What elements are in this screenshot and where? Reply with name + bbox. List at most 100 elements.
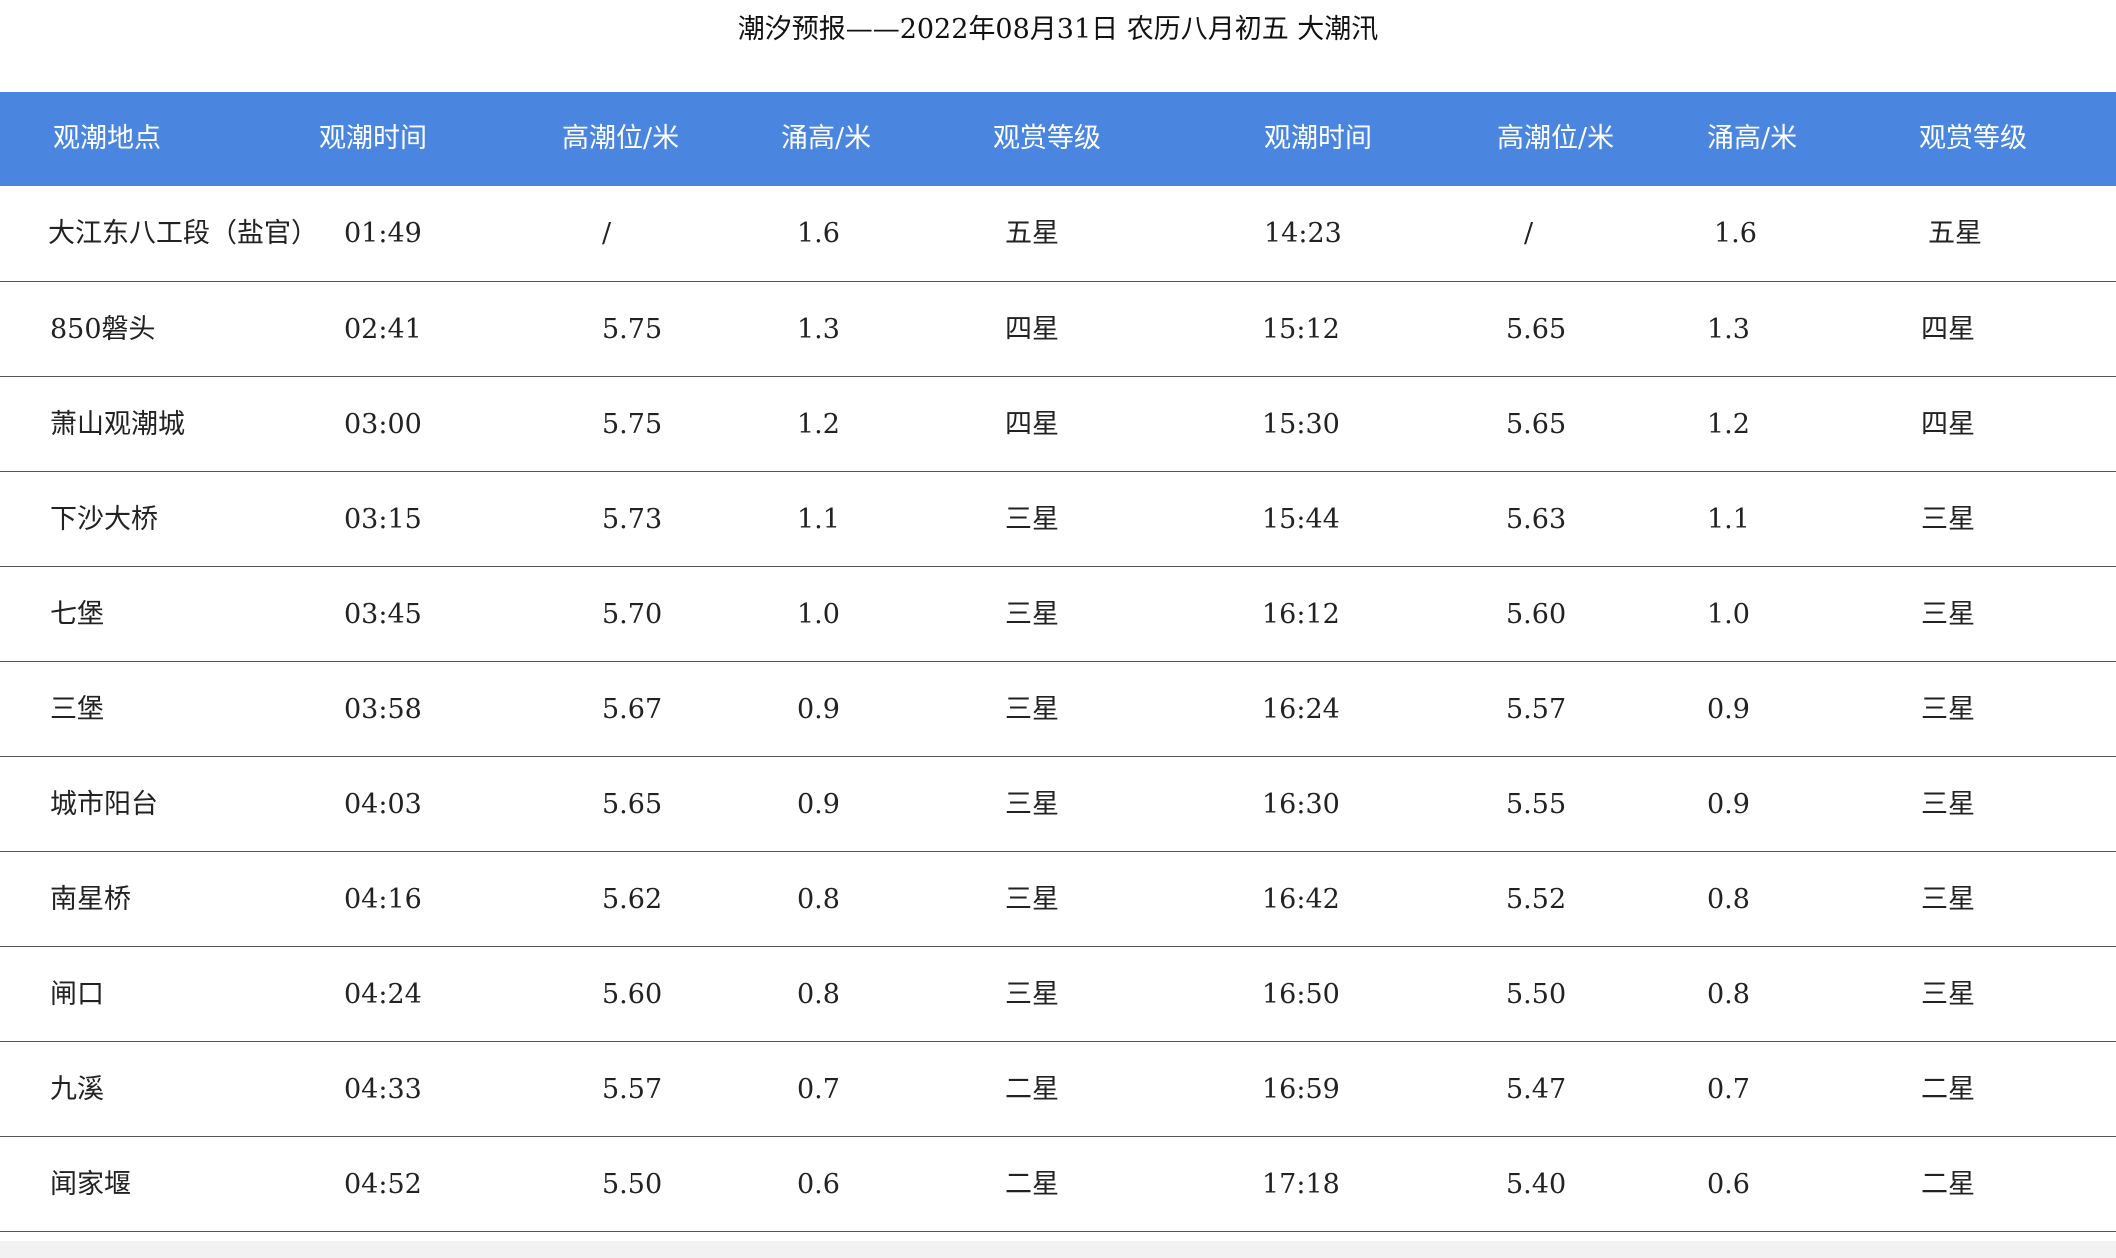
table-row: 闻家堰 04:52 5.50 0.6 二星 17:18 5.40 0.6 二星 (0, 1137, 2116, 1232)
cell-time-2: 16:12 (1262, 599, 1340, 630)
table-row: 大江东八工段（盐官） 01:49 / 1.6 五星 14:23 / 1.6 五星 (0, 186, 2116, 282)
cell-surge-2: 1.1 (1707, 504, 1750, 535)
cell-high-tide-1: 5.70 (602, 599, 663, 630)
cell-surge-2: 0.9 (1707, 789, 1750, 820)
cell-location: 下沙大桥 (50, 504, 158, 535)
cell-time-2: 15:30 (1262, 409, 1340, 440)
cell-rating-1: 三星 (1005, 789, 1059, 820)
cell-surge-2: 0.8 (1707, 979, 1750, 1010)
cell-high-tide-1: 5.67 (602, 694, 663, 725)
cell-location: 850磐头 (50, 314, 156, 345)
cell-location: 九溪 (50, 1074, 104, 1105)
cell-time-1: 03:45 (344, 599, 422, 630)
cell-location: 南星桥 (50, 884, 131, 915)
cell-rating-1: 三星 (1005, 599, 1059, 630)
cell-high-tide-2: 5.63 (1506, 504, 1567, 535)
header-rating-2: 观赏等级 (1919, 123, 2027, 154)
table-row: 闸口 04:24 5.60 0.8 三星 16:50 5.50 0.8 三星 (0, 947, 2116, 1042)
cell-rating-2: 三星 (1921, 789, 1975, 820)
cell-time-2: 15:12 (1262, 314, 1340, 345)
cell-location: 三堡 (50, 694, 104, 725)
cell-high-tide-1: 5.60 (602, 979, 663, 1010)
cell-surge-1: 0.8 (797, 884, 840, 915)
cell-high-tide-1: 5.75 (602, 314, 663, 345)
cell-high-tide-1: 5.57 (602, 1074, 663, 1105)
cell-high-tide-2: 5.52 (1506, 884, 1567, 915)
cell-time-2: 15:44 (1262, 504, 1340, 535)
cell-surge-2: 1.6 (1714, 218, 1757, 249)
cell-surge-2: 1.3 (1707, 314, 1750, 345)
cell-time-2: 16:50 (1262, 979, 1340, 1010)
cell-rating-1: 三星 (1005, 884, 1059, 915)
table-header-row: 观潮地点 观潮时间 高潮位/米 涌高/米 观赏等级 观潮时间 高潮位/米 涌高/… (0, 92, 2116, 186)
header-time-2: 观潮时间 (1264, 123, 1372, 154)
cell-surge-1: 0.8 (797, 979, 840, 1010)
header-location: 观潮地点 (53, 123, 161, 154)
cell-surge-1: 0.6 (797, 1169, 840, 1200)
cell-time-1: 04:24 (344, 979, 422, 1010)
header-high-tide-1: 高潮位/米 (562, 123, 680, 154)
tide-forecast-table: 观潮地点 观潮时间 高潮位/米 涌高/米 观赏等级 观潮时间 高潮位/米 涌高/… (0, 92, 2116, 1232)
cell-high-tide-2: 5.50 (1506, 979, 1567, 1010)
cell-time-1: 04:33 (344, 1074, 422, 1105)
cell-time-1: 04:52 (344, 1169, 422, 1200)
cell-rating-2: 三星 (1921, 979, 1975, 1010)
cell-surge-2: 1.2 (1707, 409, 1750, 440)
cell-rating-1: 三星 (1005, 979, 1059, 1010)
cell-surge-1: 1.0 (797, 599, 840, 630)
header-high-tide-2: 高潮位/米 (1497, 123, 1615, 154)
cell-rating-2: 二星 (1921, 1074, 1975, 1105)
cell-time-1: 04:16 (344, 884, 422, 915)
cell-time-2: 17:18 (1262, 1169, 1340, 1200)
cell-rating-2: 三星 (1921, 884, 1975, 915)
cell-surge-1: 1.2 (797, 409, 840, 440)
cell-rating-2: 三星 (1921, 504, 1975, 535)
cell-rating-1: 五星 (1005, 218, 1059, 249)
cell-high-tide-1: 5.62 (602, 884, 663, 915)
cell-time-1: 02:41 (344, 314, 422, 345)
cell-rating-1: 三星 (1005, 504, 1059, 535)
cell-time-2: 14:23 (1264, 218, 1342, 249)
cell-high-tide-2: 5.47 (1506, 1074, 1567, 1105)
cell-high-tide-2: 5.60 (1506, 599, 1567, 630)
cell-location: 闻家堰 (50, 1169, 131, 1200)
cell-rating-1: 二星 (1005, 1074, 1059, 1105)
cell-high-tide-2: 5.65 (1506, 409, 1567, 440)
table-row: 三堡 03:58 5.67 0.9 三星 16:24 5.57 0.9 三星 (0, 662, 2116, 757)
table-row: 九溪 04:33 5.57 0.7 二星 16:59 5.47 0.7 二星 (0, 1042, 2116, 1137)
cell-rating-2: 四星 (1921, 409, 1975, 440)
cell-surge-1: 1.3 (797, 314, 840, 345)
table-row: 城市阳台 04:03 5.65 0.9 三星 16:30 5.55 0.9 三星 (0, 757, 2116, 852)
cell-time-2: 16:24 (1262, 694, 1340, 725)
cell-location: 闸口 (50, 979, 104, 1010)
cell-high-tide-1: 5.73 (602, 504, 663, 535)
page-title: 潮汐预报——2022年08月31日 农历八月初五 大潮汛 (737, 14, 1379, 45)
table-row: 南星桥 04:16 5.62 0.8 三星 16:42 5.52 0.8 三星 (0, 852, 2116, 947)
cell-time-1: 03:58 (344, 694, 422, 725)
cell-rating-1: 四星 (1005, 314, 1059, 345)
cell-location: 城市阳台 (50, 789, 158, 820)
cell-high-tide-2: / (1524, 218, 1534, 249)
cell-rating-2: 二星 (1921, 1169, 1975, 1200)
cell-time-1: 03:15 (344, 504, 422, 535)
header-rating-1: 观赏等级 (993, 123, 1101, 154)
cell-rating-1: 三星 (1005, 694, 1059, 725)
cell-high-tide-2: 5.57 (1506, 694, 1567, 725)
cell-high-tide-1: / (602, 218, 612, 249)
cell-surge-2: 0.9 (1707, 694, 1750, 725)
cell-surge-1: 1.6 (797, 218, 840, 249)
header-surge-1: 涌高/米 (781, 123, 872, 154)
cell-time-2: 16:42 (1262, 884, 1340, 915)
cell-time-1: 01:49 (344, 218, 422, 249)
cell-surge-1: 0.9 (797, 789, 840, 820)
cell-time-1: 03:00 (344, 409, 422, 440)
cell-time-2: 16:59 (1262, 1074, 1340, 1105)
cell-location: 萧山观潮城 (50, 409, 185, 440)
cell-rating-1: 二星 (1005, 1169, 1059, 1200)
cell-surge-2: 0.8 (1707, 884, 1750, 915)
cell-high-tide-1: 5.75 (602, 409, 663, 440)
cell-rating-2: 三星 (1921, 694, 1975, 725)
cell-surge-2: 1.0 (1707, 599, 1750, 630)
cell-surge-2: 0.6 (1707, 1169, 1750, 1200)
cell-rating-2: 四星 (1921, 314, 1975, 345)
